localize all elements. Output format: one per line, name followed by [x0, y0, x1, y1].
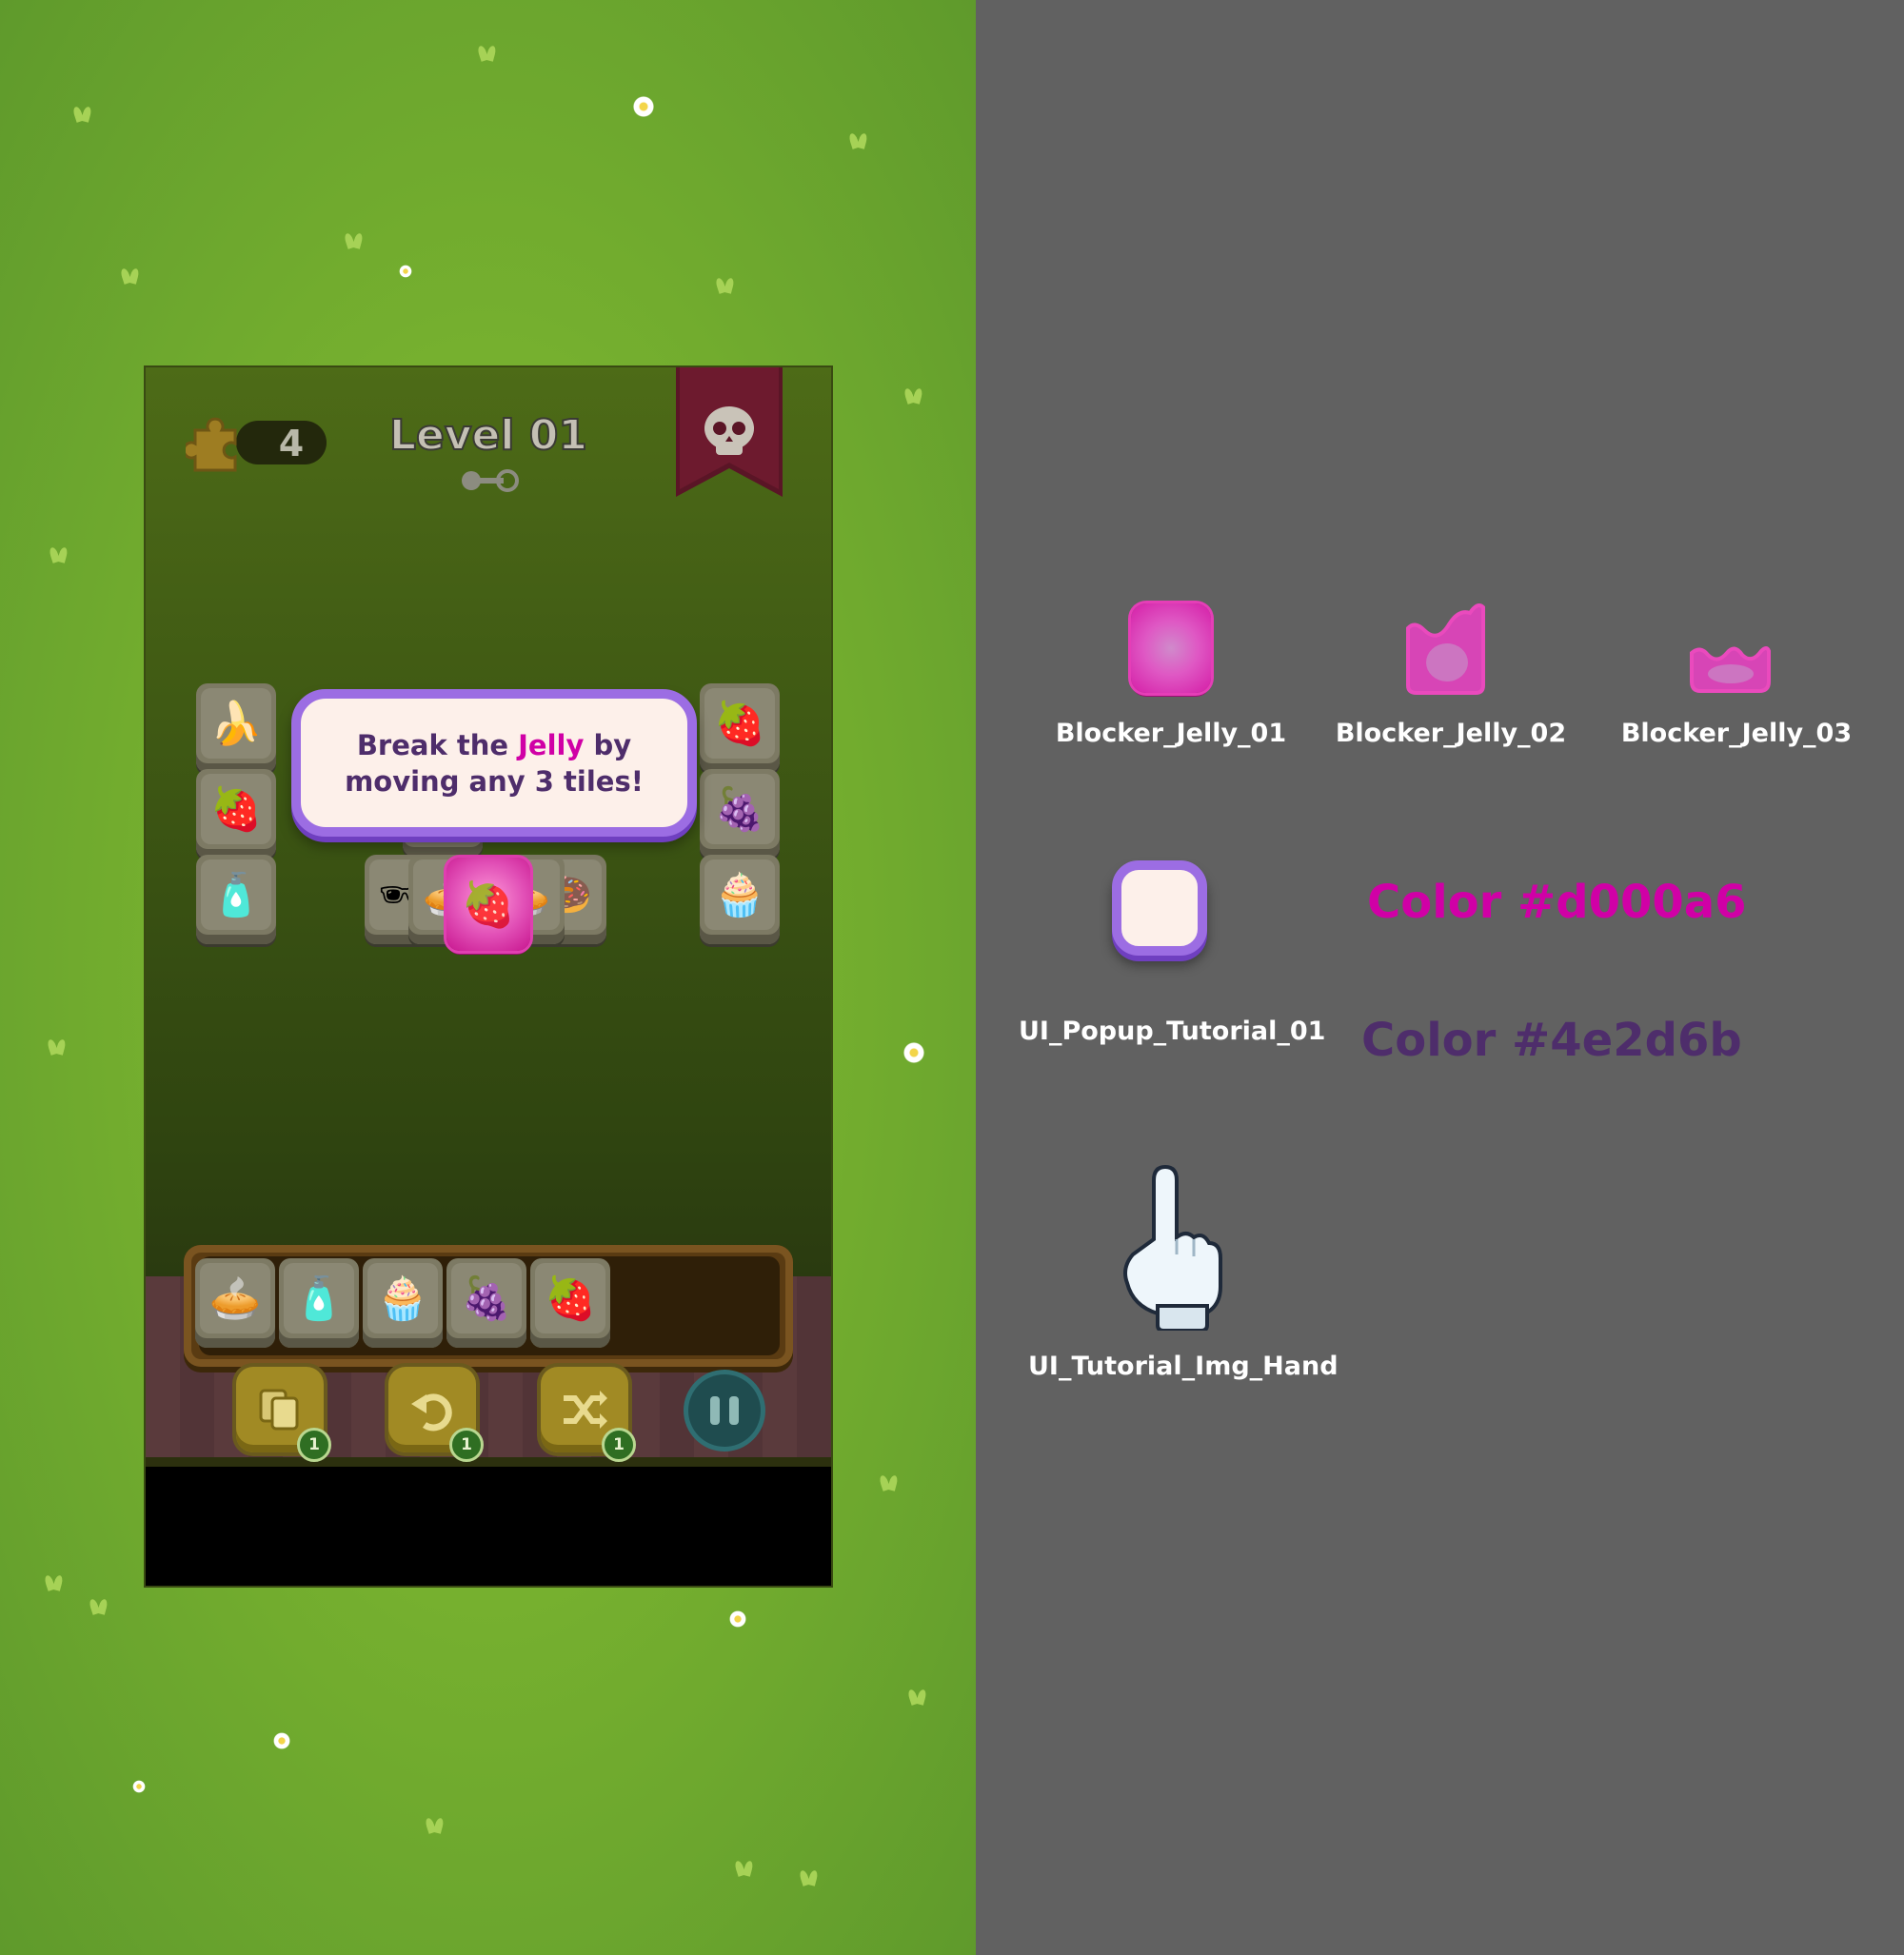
blocker-jelly-02 [1406, 603, 1485, 695]
tray-tile-cupcake: 🧁 [363, 1258, 443, 1348]
booster-count-badge: 1 [602, 1428, 636, 1462]
daisy-flower [273, 1732, 290, 1749]
grass-tuft [48, 547, 70, 563]
daisy-flower [132, 1780, 146, 1793]
pause-button[interactable] [688, 1374, 761, 1447]
cards-booster-button[interactable]: 1 [236, 1367, 331, 1462]
daisy-flower [729, 1610, 746, 1628]
jelly-01-label: Blocker_Jelly_01 [1055, 719, 1287, 748]
booster-count-badge: 1 [449, 1428, 484, 1462]
grass-tuft [88, 1599, 110, 1614]
pause-icon [710, 1396, 720, 1425]
grass-tuft [476, 46, 499, 61]
jelly-02-label: Blocker_Jelly_02 [1335, 719, 1567, 748]
skull-banner [676, 367, 783, 497]
grass-tuft [902, 388, 925, 404]
tile-banana[interactable]: 🍌 [196, 683, 276, 773]
grass-tuft [43, 1575, 66, 1590]
grass-tuft [878, 1475, 901, 1491]
tile-strawberry[interactable]: 🍓 [700, 683, 780, 773]
tile-cupcake[interactable]: 🧁 [700, 855, 780, 944]
shuffle-booster-button[interactable]: 1 [541, 1367, 636, 1462]
daisy-flower [399, 265, 412, 278]
daisy-flower [633, 96, 654, 117]
grass-tuft [119, 268, 142, 284]
tile-grapes[interactable]: 🍇 [700, 769, 780, 859]
jelly-blocked-tile[interactable]: 🍓 [446, 858, 530, 951]
undo-booster-button[interactable]: 1 [388, 1367, 484, 1462]
key-progress-icon [462, 469, 519, 492]
tutorial-popup-asset [1112, 860, 1207, 956]
tutorial-text: Break the Jelly by moving any 3 tiles! [345, 728, 644, 798]
tray-tile-water-bottle: 🧴 [279, 1258, 359, 1348]
game-screen: 4 Level 01 🍌 🍓 🧴 🍓 🍇 🧁 🕶 🍩 🍓 Break the J… [146, 367, 831, 1586]
grass-tuft [798, 1870, 821, 1886]
grass-background: 4 Level 01 🍌 🍓 🧴 🍓 🍇 🧁 🕶 🍩 🍓 Break the J… [0, 0, 976, 1955]
color-swatch-label-magenta: Color #d000a6 [1367, 876, 1747, 929]
undo-icon [411, 1393, 452, 1432]
tile-water-bottle[interactable]: 🧴 [196, 855, 276, 944]
grass-tuft [906, 1689, 929, 1705]
grass-tuft [847, 133, 870, 148]
daisy-flower [903, 1042, 924, 1063]
grass-tuft [71, 107, 94, 122]
jelly-03-label: Blocker_Jelly_03 [1620, 719, 1853, 748]
cards-icon [259, 1389, 299, 1431]
tray-tile-strawberry: 🍓 [530, 1258, 610, 1348]
shuffle-icon [564, 1391, 607, 1429]
level-title: Level 01 [388, 410, 588, 461]
tutorial-popup: Break the Jelly by moving any 3 tiles! [291, 689, 697, 837]
tile-strawberry[interactable]: 🍓 [196, 769, 276, 859]
puzzle-count: 4 [278, 423, 305, 464]
color-swatch-label-purple: Color #4e2d6b [1361, 1014, 1742, 1067]
grass-tuft [714, 278, 737, 293]
grass-tuft [424, 1818, 446, 1833]
tray-tile-grapes: 🍇 [446, 1258, 526, 1348]
grass-tuft [343, 233, 366, 248]
blocker-jelly-01 [1131, 603, 1211, 693]
tray-tile-pie: 🥧 [195, 1258, 275, 1348]
jelly-highlight: Jelly [518, 728, 585, 761]
popup-label: UI_Popup_Tutorial_01 [1019, 1017, 1326, 1046]
bottom-letterbox [146, 1467, 831, 1586]
puzzle-piece-icon [186, 417, 237, 472]
hand-label: UI_Tutorial_Img_Hand [1028, 1352, 1339, 1381]
booster-count-badge: 1 [297, 1428, 331, 1462]
blocker-jelly-03 [1690, 646, 1771, 693]
grass-tuft [46, 1039, 69, 1055]
hand-pointer-icon [1123, 1164, 1222, 1331]
grass-tuft [733, 1861, 756, 1876]
